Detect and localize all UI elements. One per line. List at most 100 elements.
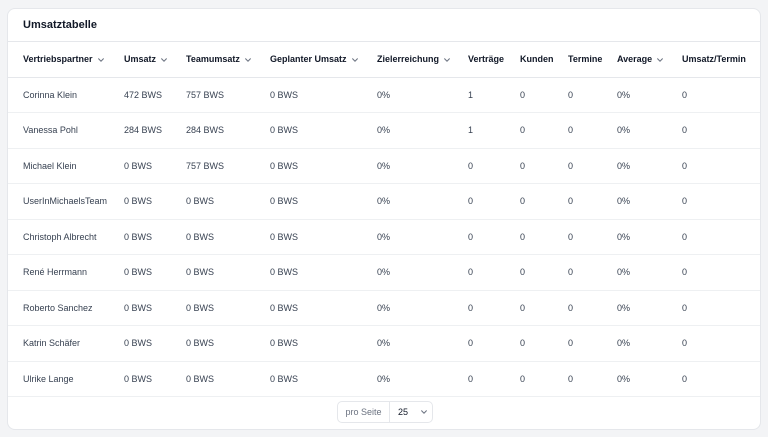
table-cell: 0 BWS bbox=[270, 325, 377, 362]
table-cell: 0 bbox=[520, 254, 568, 291]
column-header-label: Teamumsatz bbox=[186, 54, 240, 65]
column-header[interactable]: Average bbox=[617, 42, 682, 78]
table-cell: 757 BWS bbox=[186, 148, 270, 184]
table-cell: 0 bbox=[568, 325, 617, 362]
column-header-label: Vertriebspartner bbox=[23, 54, 93, 65]
column-header: Umsatz/Termin bbox=[682, 42, 760, 78]
table-cell: 0 BWS bbox=[124, 290, 186, 326]
table-cell: 0 bbox=[682, 219, 760, 255]
table-cell: René Herrmann bbox=[8, 254, 124, 291]
table-cell: 0 bbox=[468, 219, 520, 255]
table-cell: 0% bbox=[617, 148, 682, 184]
table-cell: 284 BWS bbox=[124, 112, 186, 149]
chevron-down-icon[interactable] bbox=[443, 56, 451, 64]
table-cell: 0 BWS bbox=[270, 112, 377, 149]
table-cell: UserInMichaelsTeam bbox=[8, 183, 124, 220]
table-cell: 0 bbox=[520, 183, 568, 220]
table-cell: 0 BWS bbox=[186, 361, 270, 397]
table-cell: 0% bbox=[617, 112, 682, 149]
table-cell: 0 BWS bbox=[270, 77, 377, 113]
table-cell: Christoph Albrecht bbox=[8, 219, 124, 255]
chevron-down-icon[interactable] bbox=[656, 56, 664, 64]
pagination: pro Seite 25 bbox=[337, 401, 433, 423]
table-cell: Katrin Schäfer bbox=[8, 325, 124, 362]
table-cell: 0 bbox=[682, 325, 760, 362]
column-header-label: Kunden bbox=[520, 54, 554, 65]
table-cell: 472 BWS bbox=[124, 77, 186, 113]
table-cell: 0 bbox=[468, 148, 520, 184]
table-cell: 0 bbox=[682, 77, 760, 113]
table-cell: 0 BWS bbox=[270, 290, 377, 326]
column-header[interactable]: Teamumsatz bbox=[186, 42, 270, 78]
table-cell: 1 bbox=[468, 112, 520, 149]
column-header-label: Umsatz bbox=[124, 54, 157, 65]
per-page-select[interactable]: 25 bbox=[390, 402, 428, 422]
chevron-down-icon[interactable] bbox=[244, 56, 252, 64]
table-cell: 0% bbox=[377, 77, 468, 113]
table-cell: 0 bbox=[468, 254, 520, 291]
column-header[interactable]: Geplanter Umsatz bbox=[270, 42, 377, 78]
table-cell: 0 BWS bbox=[124, 361, 186, 397]
column-header-label: Termine bbox=[568, 54, 603, 65]
column-header-label: Geplanter Umsatz bbox=[270, 54, 347, 65]
table-cell: 0% bbox=[617, 290, 682, 326]
table-cell: 0 BWS bbox=[124, 219, 186, 255]
table-body: Corinna Klein 472 BWS 757 BWS 0 BWS 0% 1 0 0 0% 0… bbox=[8, 77, 760, 397]
table-cell: 284 BWS bbox=[186, 112, 270, 149]
table-cell: 0 BWS bbox=[186, 325, 270, 362]
table-cell: 0 BWS bbox=[270, 183, 377, 220]
table-cell: 0% bbox=[617, 183, 682, 220]
table-cell: 0 bbox=[568, 219, 617, 255]
table-cell: 0 bbox=[520, 77, 568, 113]
table-cell: 0% bbox=[377, 112, 468, 149]
revenue-table-card: Umsatztabelle Vertriebspartner Umsatz Team… bbox=[7, 8, 761, 430]
table-row: Roberto Sanchez 0 BWS 0 BWS 0 BWS 0% 0 0 0 0% 0 bbox=[8, 290, 760, 326]
table-cell: 0 bbox=[568, 290, 617, 326]
table-cell: 0 bbox=[682, 290, 760, 326]
chevron-down-icon[interactable] bbox=[351, 56, 359, 64]
table-cell: Vanessa Pohl bbox=[8, 112, 124, 149]
table-header-row: Vertriebspartner Umsatz Teamumsatz Geplante… bbox=[8, 42, 760, 78]
table-row: Michael Klein 0 BWS 757 BWS 0 BWS 0% 0 0 0 0% 0 bbox=[8, 148, 760, 184]
table-cell: 0% bbox=[377, 183, 468, 220]
table-cell: 757 BWS bbox=[186, 77, 270, 113]
table-cell: 0 BWS bbox=[186, 219, 270, 255]
table-cell: 0 bbox=[520, 325, 568, 362]
column-header-label: Zielerreichung bbox=[377, 54, 440, 65]
table-cell: 0% bbox=[377, 219, 468, 255]
table-cell: 0 bbox=[568, 254, 617, 291]
table-cell: 0 BWS bbox=[124, 254, 186, 291]
table-cell: 0 BWS bbox=[270, 254, 377, 291]
per-page-value: 25 bbox=[398, 407, 409, 417]
chevron-down-icon[interactable] bbox=[97, 56, 105, 64]
table-cell: 0 BWS bbox=[186, 183, 270, 220]
table-cell: 0% bbox=[617, 219, 682, 255]
table-cell: 0 bbox=[468, 290, 520, 326]
column-header-label: Verträge bbox=[468, 54, 505, 65]
column-header[interactable]: Vertriebspartner bbox=[8, 42, 124, 78]
table-cell: Roberto Sanchez bbox=[8, 290, 124, 326]
table-cell: 0 bbox=[468, 325, 520, 362]
table-cell: 0% bbox=[617, 254, 682, 291]
column-header[interactable]: Zielerreichung bbox=[377, 42, 468, 78]
table-cell: 0% bbox=[377, 325, 468, 362]
table-cell: 0 BWS bbox=[186, 254, 270, 291]
table-cell: 0 BWS bbox=[124, 325, 186, 362]
table-cell: 0 bbox=[682, 148, 760, 184]
table-cell: 0 bbox=[520, 219, 568, 255]
chevron-down-icon[interactable] bbox=[160, 56, 168, 64]
table-cell: 0 bbox=[568, 148, 617, 184]
table-cell: 0% bbox=[377, 148, 468, 184]
column-header[interactable]: Umsatz bbox=[124, 42, 186, 78]
table-row: René Herrmann 0 BWS 0 BWS 0 BWS 0% 0 0 0 0% 0 bbox=[8, 254, 760, 291]
table-cell: 0 bbox=[682, 112, 760, 149]
table-cell: 0 bbox=[520, 361, 568, 397]
table-row: Christoph Albrecht 0 BWS 0 BWS 0 BWS 0% 0 0 0 0%… bbox=[8, 219, 760, 255]
table-row: Corinna Klein 472 BWS 757 BWS 0 BWS 0% 1 0 0 0% 0 bbox=[8, 77, 760, 113]
table-cell: 0 bbox=[568, 77, 617, 113]
table-cell: 0% bbox=[617, 361, 682, 397]
table-cell: 0 BWS bbox=[186, 290, 270, 326]
table-cell: 0 bbox=[682, 254, 760, 291]
per-page-label: pro Seite bbox=[338, 402, 390, 422]
table-cell: 0 BWS bbox=[270, 361, 377, 397]
